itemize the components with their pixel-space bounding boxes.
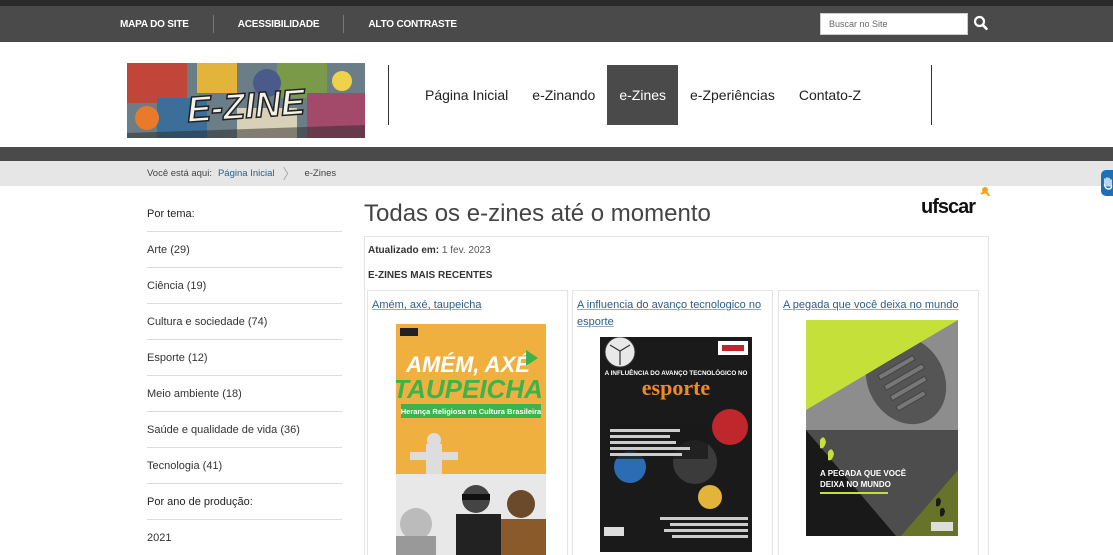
- updated-label: Atualizado em:: [368, 245, 440, 256]
- ezine-card: A pegada que você deixa no mundo A PEGAD…: [778, 290, 979, 555]
- nav-home[interactable]: Página Inicial: [413, 65, 520, 125]
- cover-title-line2: TAUPEICHA: [396, 374, 543, 404]
- search-button[interactable]: [972, 12, 990, 34]
- ufscar-logo: ufscar: [921, 180, 1011, 225]
- divider: [343, 15, 345, 33]
- filter-theme-esporte[interactable]: Esporte (12): [147, 340, 342, 376]
- filter-theme-saude[interactable]: Saúde e qualidade de vida (36): [147, 412, 342, 448]
- site-map-link[interactable]: MAPA DO SITE: [120, 19, 189, 30]
- ezine-card: A influencia do avanço tecnologico no es…: [572, 290, 773, 555]
- ezine-card-title-link[interactable]: A influencia do avanço tecnologico no es…: [577, 297, 772, 331]
- hand-icon: [1103, 177, 1113, 190]
- updated-date: 1 fev. 2023: [441, 245, 491, 256]
- breadcrumb-current: e-Zines: [304, 168, 337, 179]
- recent-heading: E-ZINES MAIS RECENTES: [368, 270, 493, 281]
- updated-info: Atualizado em: 1 fev. 2023: [368, 245, 491, 256]
- cover-title-line2: DEIXA NO MUNDO: [820, 480, 891, 489]
- ezine-card-title-link[interactable]: A pegada que você deixa no mundo: [783, 297, 978, 314]
- nav-contato[interactable]: Contato-Z: [787, 65, 873, 125]
- nav-ezines[interactable]: e-Zines: [607, 65, 679, 125]
- ezine-card: Amém, axé, taupeicha AMÉM, AXÉ TAUPEICHA…: [367, 290, 568, 555]
- filter-theme-tecnologia[interactable]: Tecnologia (41): [147, 448, 342, 484]
- cover-title-line2: esporte: [642, 375, 711, 400]
- ezine-cover-image[interactable]: A PEGADA QUE VOCÊ DEIXA NO MUNDO: [806, 320, 958, 536]
- filter-year-2021[interactable]: 2021: [147, 520, 342, 555]
- ufscar-logo-text: ufscar: [921, 196, 976, 218]
- nav-ezperiencias[interactable]: e-Zperiências: [678, 65, 787, 125]
- logo-text: E-ZINE: [186, 81, 308, 130]
- header-band: [0, 147, 1113, 161]
- cover-subtitle: Herança Religiosa na Cultura Brasileira: [401, 407, 542, 416]
- accessibility-widget-button[interactable]: [1101, 170, 1113, 196]
- chevron-right-icon: 〉: [282, 165, 297, 182]
- search-icon: [973, 15, 988, 31]
- ezine-logo[interactable]: E-ZINE: [127, 63, 365, 138]
- nav-ezinando[interactable]: e-Zinando: [520, 65, 607, 125]
- main-nav: Página Inicial e-Zinando e-Zines e-Zperi…: [413, 65, 873, 125]
- page-title: Todas os e-zines até o momento: [364, 200, 711, 227]
- nav-divider-left: [388, 65, 389, 125]
- filter-heading-year: Por ano de produção:: [147, 484, 342, 520]
- nav-divider-right: [931, 65, 932, 125]
- logo-graphic: E-ZINE: [127, 63, 365, 138]
- cover-title-line1: A PEGADA QUE VOCÊ: [820, 469, 907, 478]
- breadcrumb-prefix: Você está aqui:: [147, 168, 212, 179]
- divider: [212, 15, 214, 33]
- accessibility-link[interactable]: ACESSIBILIDADE: [238, 19, 320, 30]
- search-input[interactable]: Buscar no Site: [820, 13, 968, 35]
- filter-heading-theme: Por tema:: [147, 196, 342, 232]
- ezine-cover-image[interactable]: AMÉM, AXÉ TAUPEICHA Herança Religiosa na…: [396, 324, 546, 555]
- breadcrumb: Você está aqui: Página Inicial 〉 e-Zines: [147, 165, 337, 182]
- utility-links: MAPA DO SITE ACESSIBILIDADE ALTO CONTRAS…: [120, 6, 457, 42]
- high-contrast-link[interactable]: ALTO CONTRASTE: [368, 19, 457, 30]
- filter-theme-arte[interactable]: Arte (29): [147, 232, 342, 268]
- filter-theme-cultura[interactable]: Cultura e sociedade (74): [147, 304, 342, 340]
- ezine-card-title-link[interactable]: Amém, axé, taupeicha: [372, 297, 567, 314]
- filter-theme-meio-ambiente[interactable]: Meio ambiente (18): [147, 376, 342, 412]
- ezine-cover-image[interactable]: A INFLUÊNCIA DO AVANÇO TECNOLÓGICO NO es…: [600, 337, 752, 552]
- sidebar-filters: Por tema: Arte (29) Ciência (19) Cultura…: [147, 196, 342, 555]
- breadcrumb-home-link[interactable]: Página Inicial: [218, 168, 275, 179]
- filter-theme-ciencia[interactable]: Ciência (19): [147, 268, 342, 304]
